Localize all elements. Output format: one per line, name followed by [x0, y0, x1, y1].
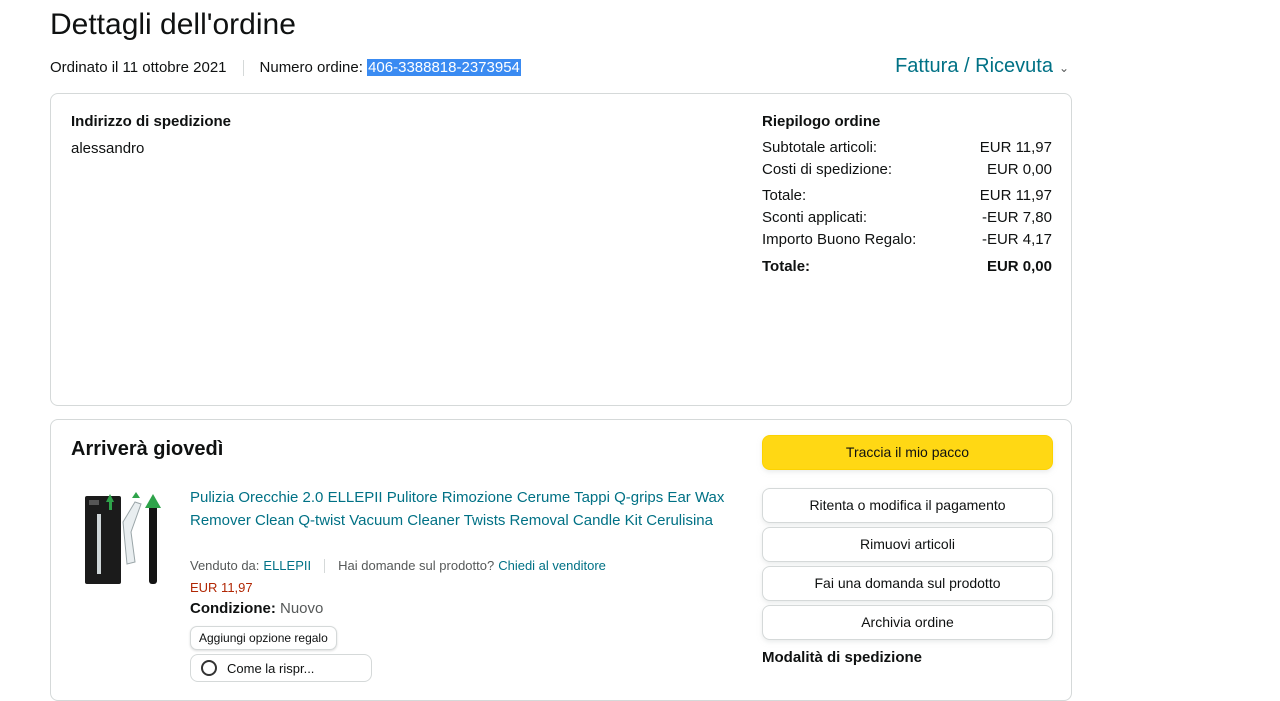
summary-label: Importo Buono Regalo:: [762, 231, 917, 248]
grand-total-value: EUR 0,00: [986, 258, 1052, 275]
order-date: Ordinato il 11 ottobre 2021: [50, 59, 227, 76]
ask-question-button[interactable]: Fai una domanda sul prodotto: [762, 566, 1053, 601]
remove-items-button[interactable]: Rimuovi articoli: [762, 527, 1053, 562]
order-number-label: Numero ordine:: [259, 59, 363, 76]
summary-value: EUR 11,97: [979, 139, 1052, 156]
summary-value: EUR 0,00: [986, 161, 1052, 178]
archive-order-button[interactable]: Archivia ordine: [762, 605, 1053, 640]
question-text: Hai domande sul prodotto?: [338, 558, 495, 573]
track-package-button[interactable]: Traccia il mio pacco: [762, 435, 1053, 470]
invoice-dropdown[interactable]: Fattura / Ricevuta ⌄: [895, 55, 1069, 78]
condition-label: Condizione:: [190, 600, 276, 617]
page-title: Dettagli dell'ordine: [50, 8, 296, 41]
ask-seller-link[interactable]: Chiedi al venditore: [498, 558, 606, 573]
order-meta: Ordinato il 11 ottobre 2021 Numero ordin…: [50, 59, 521, 76]
shipment-card: Arriverà giovedì Pulizia Orecchie 2.0 EL…: [50, 419, 1072, 701]
summary-row-total: Totale: EUR 11,97: [762, 185, 1052, 207]
seller-divider: [324, 558, 326, 573]
order-summary-heading: Riepilogo ordine: [762, 113, 881, 130]
summary-label: Totale:: [762, 187, 807, 204]
summary-label: Sconti applicati:: [762, 209, 868, 226]
summary-row-gift-card: Importo Buono Regalo: -EUR 4,17: [762, 229, 1052, 251]
product-price: EUR 11,97: [190, 580, 253, 595]
condition-value: Nuovo: [280, 600, 324, 617]
invoice-label: Fattura / Ricevuta: [895, 55, 1053, 77]
product-image[interactable]: [83, 492, 169, 588]
summary-row-grand-total: Totale: EUR 0,00: [762, 256, 1052, 278]
partially-visible-button-label: Come la rispr...: [227, 660, 315, 676]
order-info-card: Indirizzo di spedizione alessandro Riepi…: [50, 93, 1072, 406]
shipping-address-name: alessandro: [71, 140, 145, 157]
sold-by-label: Venduto da:: [190, 558, 260, 573]
grand-total-label: Totale:: [762, 258, 811, 275]
shipping-address-heading: Indirizzo di spedizione: [71, 113, 232, 130]
summary-row-shipping: Costi di spedizione: EUR 0,00: [762, 159, 1052, 181]
meta-divider: [242, 59, 244, 76]
order-summary: Riepilogo ordine Subtotale articoli: EUR…: [762, 113, 1052, 278]
summary-value: EUR 11,97: [979, 187, 1052, 204]
summary-value: -EUR 4,17: [981, 231, 1052, 248]
seller-link[interactable]: ELLEPII: [263, 558, 311, 573]
add-gift-option-button[interactable]: Aggiungi opzione regalo: [190, 626, 337, 650]
summary-row-subtotal: Subtotale articoli: EUR 11,97: [762, 137, 1052, 159]
summary-label: Subtotale articoli:: [762, 139, 878, 156]
partially-visible-button[interactable]: Come la rispr...: [190, 654, 372, 682]
delivery-status: Arriverà giovedì: [71, 438, 224, 460]
summary-row-discounts: Sconti applicati: -EUR 7,80: [762, 207, 1052, 229]
retry-payment-button[interactable]: Ritenta o modifica il pagamento: [762, 488, 1053, 523]
shipping-mode-heading: Modalità di spedizione: [762, 649, 923, 666]
seller-info: Venduto da: ELLEPII Hai domande sul prod…: [190, 558, 606, 573]
product-title-link[interactable]: Pulizia Orecchie 2.0 ELLEPII Pulitore Ri…: [190, 487, 730, 532]
product-condition: Condizione: Nuovo: [190, 600, 323, 617]
order-number[interactable]: 406-3388818-2373954: [367, 59, 521, 76]
circle-icon: [201, 660, 217, 676]
chevron-down-icon: ⌄: [1058, 60, 1069, 75]
summary-value: -EUR 7,80: [981, 209, 1052, 226]
summary-label: Costi di spedizione:: [762, 161, 893, 178]
